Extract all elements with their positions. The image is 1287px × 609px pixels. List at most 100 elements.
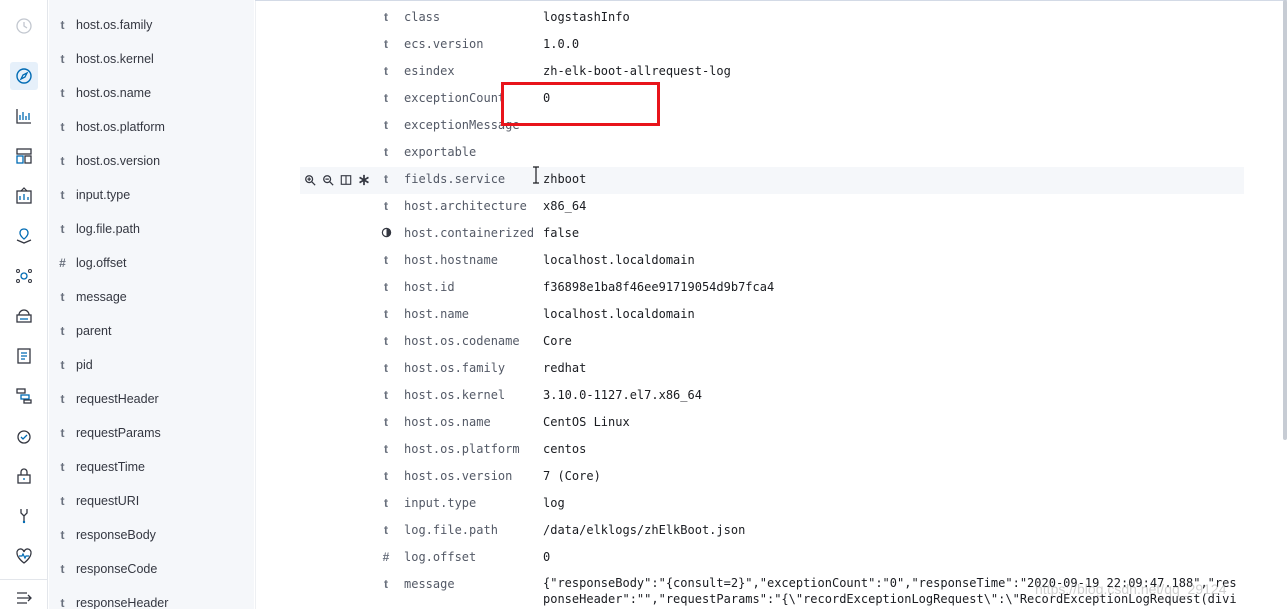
sidebar-field-item[interactable]: t host.os.family — [49, 8, 254, 42]
doc-field-row[interactable]: t host.id f36898e1ba8f46ee91719054d9b7fca4 — [300, 275, 1244, 302]
field-type-icon: # — [382, 550, 390, 564]
sidebar-field-item[interactable]: t responseBody — [49, 518, 254, 552]
field-name: class — [404, 10, 441, 24]
field-value: f36898e1ba8f46ee91719054d9b7fca4 — [543, 280, 775, 294]
field-name: log.offset — [404, 550, 477, 564]
sidebar-field-item[interactable]: t input.type — [49, 178, 254, 212]
visualize-icon[interactable] — [14, 106, 34, 126]
toggle-column-icon[interactable] — [339, 173, 353, 187]
field-type-icon: t — [60, 52, 65, 66]
watermark: https://blog.csdn.net/qq_29124 — [1035, 581, 1227, 597]
field-type-icon: t — [384, 37, 388, 51]
doc-field-row[interactable]: t exceptionMessage — [300, 113, 1244, 140]
sidebar-field-item[interactable]: t host.os.version — [49, 144, 254, 178]
scrollbar[interactable] — [1283, 0, 1287, 440]
doc-field-row[interactable]: t log.file.path/data/elklogs/zhElkBoot.js… — [300, 518, 1244, 545]
logs-icon[interactable] — [14, 346, 34, 366]
doc-field-row[interactable]: t ecs.version 1.0.0 — [300, 32, 1244, 59]
sidebar-field-item[interactable]: t host.os.kernel — [49, 42, 254, 76]
field-name: log.file.path — [404, 523, 498, 537]
maps-icon[interactable] — [14, 226, 34, 246]
field-value: 3.10.0-1127.el7.x86_64 — [543, 388, 702, 402]
sidebar-field-item[interactable]: t message — [49, 280, 254, 314]
doc-field-row[interactable]: t class logstashInfo — [300, 5, 1244, 32]
field-name: requestTime — [76, 460, 146, 474]
sidebar-field-item[interactable]: t requestHeader — [49, 382, 254, 416]
field-value: /data/elklogs/zhElkBoot.json — [543, 523, 746, 537]
boolean-type-icon — [380, 226, 392, 241]
field-name: pid — [76, 358, 93, 372]
field-name: host.os.platform — [76, 120, 165, 134]
panel-top-border — [255, 0, 1287, 3]
doc-field-row[interactable]: t host.architecture x86_64 — [300, 194, 1244, 221]
canvas-icon[interactable] — [14, 186, 34, 206]
field-value: centos — [543, 442, 587, 456]
sidebar-field-item[interactable]: t requestTime — [49, 450, 254, 484]
doc-field-row[interactable]: t host.os.family redhat — [300, 356, 1244, 383]
sidebar-field-item[interactable]: t pid — [49, 348, 254, 382]
dev-tools-icon[interactable] — [14, 506, 34, 526]
field-value: Core — [543, 334, 572, 348]
sidebar-field-item[interactable]: t responseCode — [49, 552, 254, 586]
uptime-icon[interactable] — [14, 426, 34, 446]
field-type-icon: t — [60, 596, 65, 609]
field-type-icon: t — [60, 120, 65, 134]
field-value: zhboot — [543, 172, 587, 186]
field-name: host.os.family — [76, 18, 153, 32]
sidebar-field-item[interactable]: t requestURI — [49, 484, 254, 518]
field-name: requestHeader — [76, 392, 159, 406]
doc-field-row[interactable]: t host.os.name CentOS Linux — [300, 410, 1244, 437]
infrastructure-icon[interactable] — [14, 306, 34, 326]
field-name: host.os.codename — [404, 334, 520, 348]
zoom-out-icon[interactable] — [321, 173, 335, 187]
dashboard-icon[interactable] — [14, 146, 34, 166]
field-type-icon: t — [60, 324, 65, 338]
rail-footer — [0, 579, 48, 609]
field-type-icon: t — [384, 91, 388, 105]
sidebar-field-item[interactable]: # log.offset — [49, 246, 254, 280]
field-type-icon: t — [384, 469, 388, 483]
doc-field-row[interactable]: t host.os.version 7 (Core) — [300, 464, 1244, 491]
field-value: localhost.localdomain — [543, 253, 695, 267]
collapse-menu-icon[interactable] — [14, 588, 34, 608]
clock-icon[interactable] — [14, 16, 34, 36]
sidebar-field-item[interactable]: t requestParams — [49, 416, 254, 450]
field-type-icon: t — [60, 392, 65, 406]
field-name: responseHeader — [76, 596, 169, 609]
doc-field-row[interactable]: t exceptionCount 0 — [300, 86, 1244, 113]
doc-field-row[interactable]: t exportable — [300, 140, 1244, 167]
field-name: exportable — [404, 145, 477, 159]
sidebar-field-item[interactable]: t log.file.path — [49, 212, 254, 246]
zoom-in-icon[interactable] — [303, 173, 317, 187]
compass-icon[interactable] — [10, 62, 38, 90]
field-name: input.type — [76, 188, 131, 202]
field-name: input.type — [404, 496, 477, 510]
filter-exists-icon[interactable] — [357, 173, 371, 187]
field-name: host.containerized — [404, 226, 535, 240]
doc-field-row[interactable]: t fields.service zhboot — [300, 167, 1244, 194]
doc-field-row[interactable]: t host.os.kernel 3.10.0-1127.el7.x86_64 — [300, 383, 1244, 410]
field-value: CentOS Linux — [543, 415, 630, 429]
field-value: redhat — [543, 361, 587, 375]
doc-field-row[interactable]: # log.offset 0 — [300, 545, 1244, 572]
doc-field-row[interactable]: t host.os.platform centos — [300, 437, 1244, 464]
doc-field-row[interactable]: t input.type log — [300, 491, 1244, 518]
apm-icon[interactable] — [14, 386, 34, 406]
security-icon[interactable] — [14, 466, 34, 486]
sidebar-field-item[interactable]: t parent — [49, 314, 254, 348]
doc-field-row[interactable]: t esindex zh-elk-boot-allrequest-log — [300, 59, 1244, 86]
monitoring-icon[interactable] — [14, 546, 34, 566]
field-name: host.os.name — [76, 86, 152, 100]
sidebar-field-item[interactable]: t host.os.name — [49, 76, 254, 110]
ml-icon[interactable] — [14, 266, 34, 286]
text-cursor-icon — [531, 166, 541, 184]
sidebar-field-item[interactable]: t host.os.platform — [49, 110, 254, 144]
field-value: false — [543, 226, 580, 240]
field-value: zh-elk-boot-allrequest-log — [543, 64, 731, 78]
doc-field-row[interactable]: t host.name localhost.localdomain — [300, 302, 1244, 329]
field-type-icon: t — [384, 388, 388, 402]
sidebar-field-item[interactable]: t responseHeader — [49, 586, 254, 609]
doc-field-row[interactable]: t host.hostname localhost.localdomain — [300, 248, 1244, 275]
doc-field-row[interactable]: t host.os.codename Core — [300, 329, 1244, 356]
doc-field-row[interactable]: host.containerized false — [300, 221, 1244, 248]
